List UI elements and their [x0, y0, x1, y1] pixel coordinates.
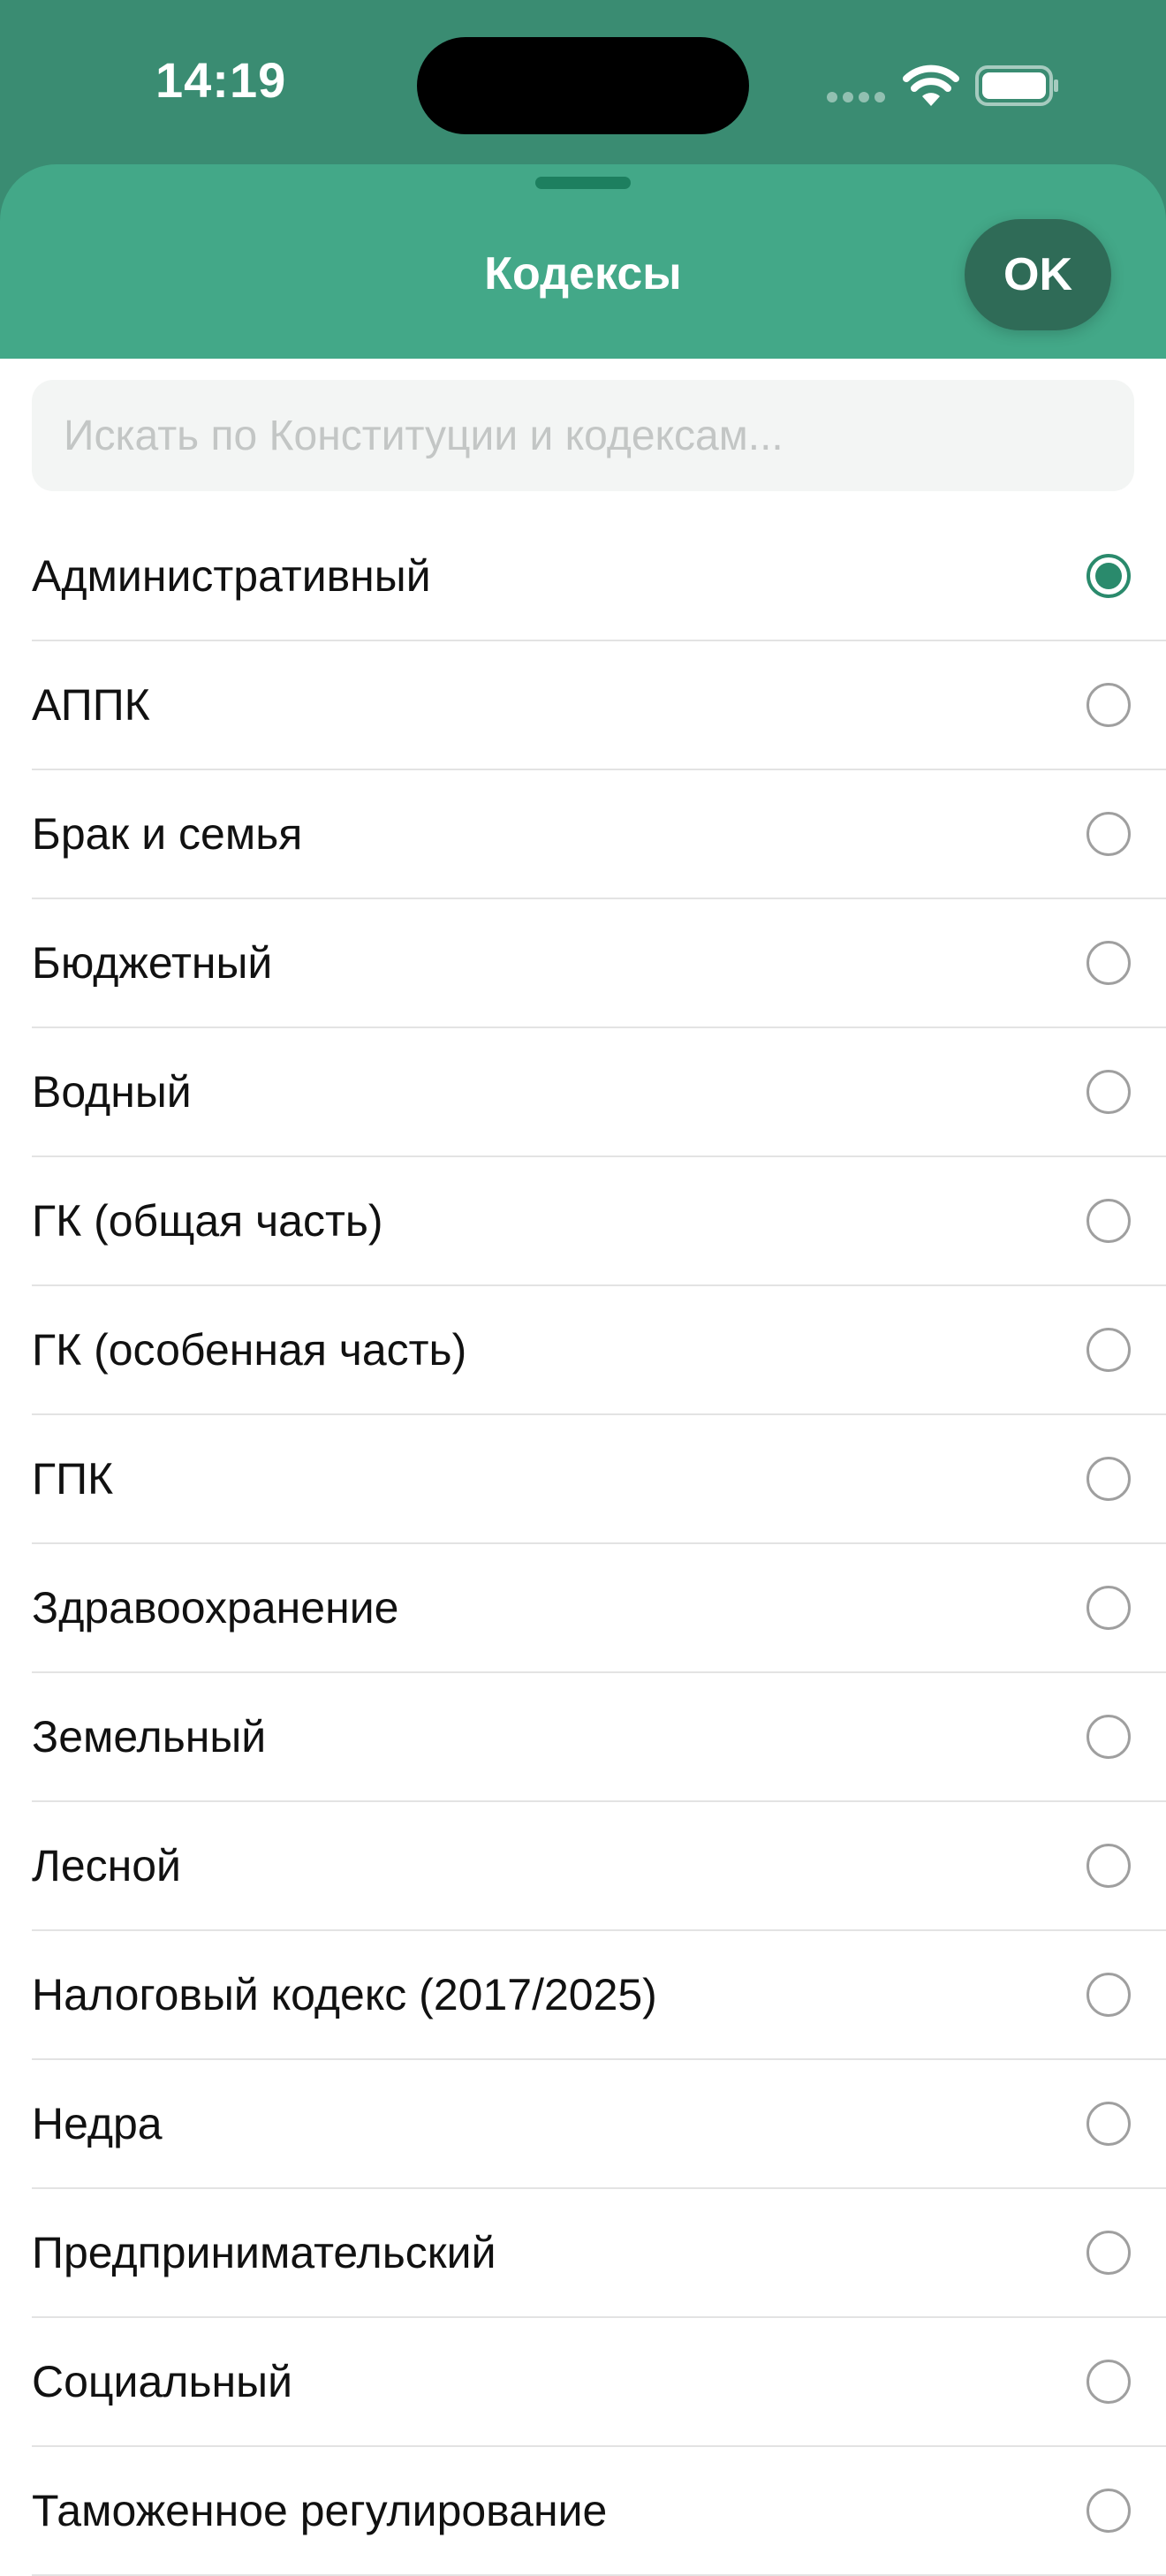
sheet-grabber[interactable] — [535, 177, 631, 189]
radio-unselected-icon[interactable] — [1086, 941, 1131, 985]
status-time: 14:19 — [155, 52, 287, 108]
code-label: Таможенное регулирование — [32, 2486, 608, 2535]
code-list-item[interactable]: ГК (особенная часть) — [32, 1286, 1166, 1415]
radio-unselected-icon[interactable] — [1086, 1715, 1131, 1759]
radio-unselected-icon[interactable] — [1086, 1844, 1131, 1888]
code-label: Налоговый кодекс (2017/2025) — [32, 1970, 657, 2019]
radio-unselected-icon[interactable] — [1086, 2360, 1131, 2404]
wifi-icon — [903, 64, 959, 106]
radio-unselected-icon[interactable] — [1086, 1586, 1131, 1630]
code-list-item[interactable]: Водный — [32, 1028, 1166, 1157]
code-label: Здравоохранение — [32, 1583, 399, 1633]
radio-unselected-icon[interactable] — [1086, 812, 1131, 856]
code-label: Брак и семья — [32, 809, 303, 859]
radio-selected-icon[interactable] — [1086, 554, 1131, 598]
code-list-item[interactable]: Налоговый кодекс (2017/2025) — [32, 1931, 1166, 2060]
radio-unselected-icon[interactable] — [1086, 2489, 1131, 2533]
code-list-item[interactable]: Лесной — [32, 1802, 1166, 1931]
search-input[interactable] — [32, 380, 1134, 491]
radio-unselected-icon[interactable] — [1086, 2231, 1131, 2275]
radio-unselected-icon[interactable] — [1086, 1973, 1131, 2017]
code-list-item[interactable]: АППК — [32, 641, 1166, 770]
code-label: Предпринимательский — [32, 2228, 496, 2277]
radio-unselected-icon[interactable] — [1086, 1328, 1131, 1372]
code-list-item[interactable]: Здравоохранение — [32, 1544, 1166, 1673]
sheet-header: Кодексы OK — [0, 164, 1166, 359]
dynamic-island — [417, 37, 749, 134]
code-label: Лесной — [32, 1841, 181, 1890]
code-label: Административный — [32, 551, 431, 601]
code-list-item[interactable]: Недра — [32, 2060, 1166, 2189]
code-label: ГК (особенная часть) — [32, 1325, 467, 1375]
code-list-item[interactable]: Административный — [32, 512, 1166, 641]
code-label: Бюджетный — [32, 938, 273, 988]
radio-unselected-icon[interactable] — [1086, 683, 1131, 727]
ok-button[interactable]: OK — [965, 219, 1111, 330]
code-list-item[interactable]: Таможенное регулирование — [32, 2447, 1166, 2576]
code-list: Административный АППК Брак и семья Бюджетны… — [32, 512, 1166, 2576]
code-label: Водный — [32, 1067, 192, 1117]
code-list-item[interactable]: Социальный — [32, 2318, 1166, 2447]
battery-icon — [975, 65, 1058, 106]
code-list-item[interactable]: ГК (общая часть) — [32, 1157, 1166, 1286]
code-label: Социальный — [32, 2357, 292, 2406]
code-label: ГК (общая часть) — [32, 1196, 383, 1246]
radio-unselected-icon[interactable] — [1086, 1070, 1131, 1114]
code-label: ГПК — [32, 1454, 114, 1504]
code-list-item[interactable]: Брак и семья — [32, 770, 1166, 899]
code-list-item[interactable]: Земельный — [32, 1673, 1166, 1802]
code-list-item[interactable]: ГПК — [32, 1415, 1166, 1544]
code-label: Недра — [32, 2099, 163, 2148]
code-list-item[interactable]: Бюджетный — [32, 899, 1166, 1028]
radio-unselected-icon[interactable] — [1086, 1199, 1131, 1243]
radio-unselected-icon[interactable] — [1086, 1457, 1131, 1501]
code-label: АППК — [32, 680, 150, 730]
code-label: Земельный — [32, 1712, 267, 1762]
code-list-item[interactable]: Предпринимательский — [32, 2189, 1166, 2318]
radio-unselected-icon[interactable] — [1086, 2102, 1131, 2146]
cellular-signal-icon — [827, 92, 887, 102]
